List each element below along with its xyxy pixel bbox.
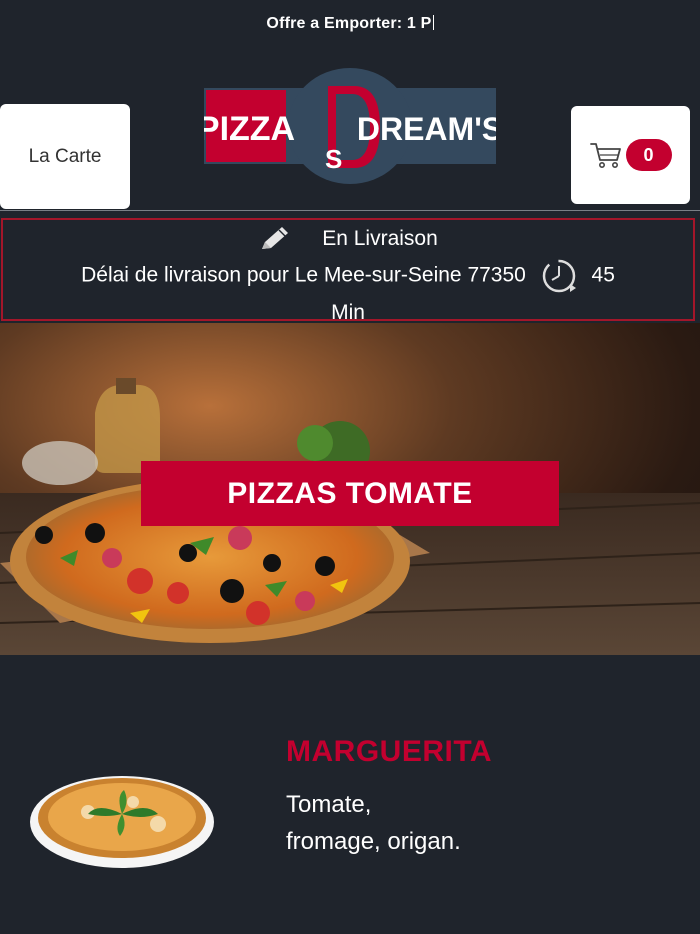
cart-icon [589, 143, 621, 168]
product-image-marguerita[interactable] [28, 762, 216, 872]
category-hero[interactable]: PIZZAS TOMATE [0, 323, 700, 655]
delivery-delay-value: 45 [591, 263, 615, 287]
menu-button[interactable]: La Carte [0, 104, 130, 209]
pencil-icon[interactable] [258, 225, 292, 253]
product-description-line: fromage, origan. [286, 828, 461, 855]
delivery-mode: En Livraison [322, 227, 438, 250]
cart-count-badge: 0 [625, 139, 672, 171]
product-description: Tomate, fromage, origan. [286, 786, 626, 860]
promo-banner: Offre a Emporter: 1 P [0, 15, 700, 33]
text-cursor [432, 15, 434, 30]
logo-monogram: S [325, 144, 342, 174]
clock-icon [542, 259, 576, 293]
menu-button-label: La Carte [28, 145, 102, 167]
promo-text: Offre a Emporter: 1 P [266, 15, 432, 32]
logo-left-text: PIZZA [204, 110, 295, 148]
product-description-line: Tomate, [286, 791, 372, 818]
category-title: PIZZAS TOMATE [141, 461, 559, 526]
delivery-info-panel[interactable]: En Livraison Délai de livraison pour Le … [1, 218, 695, 324]
brand-logo[interactable]: PIZZA DREAM'S S [204, 68, 496, 186]
cart-button[interactable]: 0 [571, 106, 690, 204]
delivery-delay-text: Délai de livraison pour Le Mee-sur-Seine… [81, 263, 526, 287]
product-name[interactable]: MARGUERITA [286, 735, 492, 769]
header-divider [0, 210, 700, 211]
logo-right-text: DREAM'S [357, 111, 496, 147]
